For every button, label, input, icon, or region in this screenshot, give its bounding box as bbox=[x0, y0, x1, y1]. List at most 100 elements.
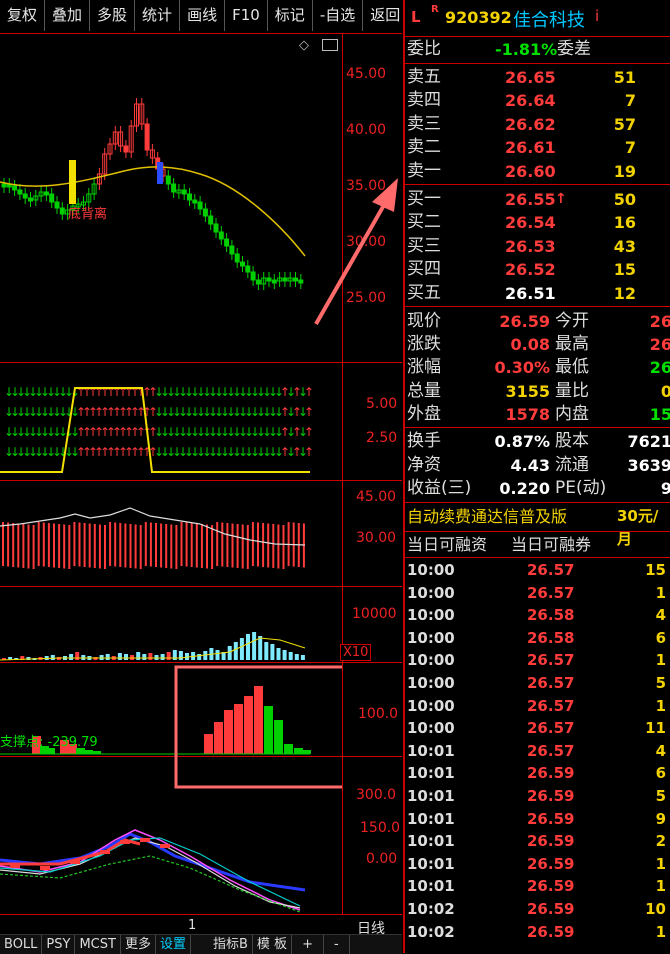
tick-price: 26.59 bbox=[527, 854, 575, 873]
promo-text[interactable]: 自动续费通达信普及版 bbox=[407, 505, 567, 528]
toolbar-remove-watchlist-button[interactable]: -自选 bbox=[313, 0, 364, 31]
tick-price: 26.57 bbox=[527, 696, 575, 715]
info-icon[interactable]: i bbox=[595, 7, 599, 25]
candle-body bbox=[202, 208, 208, 217]
indicator-bar bbox=[114, 522, 117, 567]
tick-volume: 5 bbox=[655, 787, 666, 805]
indicator-bar bbox=[58, 524, 61, 568]
bid-row[interactable]: 买三 26.53 43 bbox=[407, 235, 670, 258]
tick-row[interactable]: 10:00 26.57 11 bbox=[407, 717, 670, 740]
stat-value: 26.59 bbox=[499, 312, 550, 331]
panel-separator bbox=[405, 502, 670, 503]
tick-row[interactable]: 10:00 26.58 6 bbox=[407, 627, 670, 650]
ask-level-label: 卖二 bbox=[407, 137, 441, 158]
tick-row[interactable]: 10:00 26.57 1 bbox=[407, 649, 670, 672]
bid-price: 26.52 bbox=[505, 260, 556, 280]
macd-red-mark bbox=[70, 860, 80, 864]
tab-template[interactable]: 模 板 bbox=[253, 935, 293, 954]
bid-volume: 16 bbox=[613, 213, 636, 233]
tab-more[interactable]: 更多 bbox=[121, 935, 156, 954]
tick-row[interactable]: 10:01 26.57 4 bbox=[407, 740, 670, 763]
stat-value: 15 bbox=[649, 404, 670, 424]
tick-row[interactable]: 10:02 26.59 10 bbox=[407, 898, 670, 921]
tab-indicator-b[interactable]: 指标B bbox=[209, 935, 253, 954]
toolbar-stats-button[interactable]: 统计 bbox=[135, 0, 181, 31]
toolbar-f10-button[interactable]: F10 bbox=[225, 0, 268, 31]
ask-row[interactable]: 卖二 26.61 7 bbox=[407, 136, 670, 159]
candle-body bbox=[59, 207, 65, 215]
tick-row[interactable]: 10:02 26.59 1 bbox=[407, 921, 670, 944]
indicator-bar bbox=[104, 525, 106, 569]
stat-row: 总量 3155 量比 0 bbox=[407, 380, 670, 403]
indicator-bar bbox=[47, 523, 50, 567]
indicator-bar bbox=[200, 524, 203, 568]
ask-row[interactable]: 卖三 26.62 57 bbox=[407, 113, 670, 136]
tick-row[interactable]: 10:01 26.59 5 bbox=[407, 785, 670, 808]
margin-short-label: 当日可融券 bbox=[511, 535, 592, 554]
tab-mcst[interactable]: MCST bbox=[75, 935, 121, 954]
toolbar-mark-button[interactable]: 标记 bbox=[268, 0, 313, 31]
tick-row[interactable]: 10:01 26.59 6 bbox=[407, 762, 670, 785]
bid-row[interactable]: 买四 26.52 15 bbox=[407, 258, 670, 281]
tick-time: 10:00 bbox=[407, 583, 455, 602]
ask-row[interactable]: 卖一 26.60 19 bbox=[407, 160, 670, 183]
toolbar-multistock-button[interactable]: 多股 bbox=[90, 0, 136, 31]
zoom-out-button[interactable]: - bbox=[324, 935, 350, 954]
stock-name: 佳合科技 bbox=[513, 10, 585, 31]
tick-row[interactable]: 10:00 26.57 5 bbox=[407, 672, 670, 695]
stat-value: 3155 bbox=[505, 381, 550, 401]
weibi-row: 委比 -1.81% 委差 bbox=[407, 38, 670, 61]
tick-row[interactable]: 10:01 26.59 1 bbox=[407, 875, 670, 898]
tab-settings[interactable]: 设置 bbox=[156, 935, 191, 954]
panel-separator bbox=[405, 36, 670, 37]
volume-bars bbox=[2, 632, 305, 660]
volume-bar bbox=[178, 651, 183, 660]
toolbar-draw-button[interactable]: 画线 bbox=[180, 0, 226, 31]
tick-time: 10:00 bbox=[407, 628, 455, 647]
fundamental-value: 7621 bbox=[627, 432, 670, 451]
tick-row[interactable]: 10:00 26.57 15 bbox=[407, 559, 670, 582]
tab-boll[interactable]: BOLL bbox=[0, 935, 43, 954]
bid-price: 26.53 bbox=[505, 236, 556, 256]
zoom-in-button[interactable]: + bbox=[292, 935, 324, 954]
indicator-bar bbox=[12, 523, 15, 567]
tick-time: 10:01 bbox=[407, 809, 455, 828]
kline-chart-area[interactable]: ◇ 45.00 40.00 35.00 30.00 25.00 5.00 2.5… bbox=[0, 34, 402, 953]
bid-row[interactable]: 买一 26.55 ↑ 50 bbox=[407, 188, 670, 211]
bid-price: 26.55 bbox=[505, 190, 556, 209]
tick-row[interactable]: 10:00 26.57 1 bbox=[407, 695, 670, 718]
support-point-label: 支撑点: -239.79 bbox=[0, 735, 98, 750]
candle-body bbox=[245, 265, 251, 273]
candle-body bbox=[197, 201, 203, 210]
indicator-line bbox=[0, 507, 306, 546]
tick-row[interactable]: 10:00 26.57 1 bbox=[407, 582, 670, 605]
candle-body bbox=[282, 277, 288, 282]
promo-banner[interactable]: 自动续费通达信普及版 30元/月 bbox=[407, 505, 670, 548]
tab-psy[interactable]: PSY bbox=[42, 935, 76, 954]
moving-average-line bbox=[0, 166, 306, 257]
indicator-bar bbox=[206, 524, 208, 569]
toolbar-overlay-button[interactable]: 叠加 bbox=[45, 0, 91, 31]
weicha-label: 委差 bbox=[557, 39, 591, 59]
ask-level-label: 卖五 bbox=[407, 67, 441, 87]
toolbar-fuquan-button[interactable]: 复权 bbox=[0, 0, 46, 31]
candle-body bbox=[165, 175, 171, 185]
tick-row[interactable]: 10:00 26.58 4 bbox=[407, 604, 670, 627]
tick-row[interactable]: 10:01 26.59 9 bbox=[407, 808, 670, 831]
bid-row[interactable]: 买五 26.51 12 bbox=[407, 282, 670, 305]
macd-tick: 300.0 bbox=[356, 787, 397, 803]
candle-body bbox=[229, 245, 235, 255]
indicator-bar bbox=[88, 523, 91, 568]
indicator-bar bbox=[139, 525, 142, 569]
tick-time: 10:00 bbox=[407, 651, 455, 670]
tick-price: 26.57 bbox=[527, 561, 575, 579]
ask-row[interactable]: 卖五 26.65 51 bbox=[407, 66, 670, 89]
tick-row[interactable]: 10:01 26.59 1 bbox=[407, 853, 670, 876]
tick-row[interactable]: 10:01 26.59 2 bbox=[407, 830, 670, 853]
ask-row[interactable]: 卖四 26.64 7 bbox=[407, 89, 670, 112]
bid-row[interactable]: 买二 26.54 16 bbox=[407, 211, 670, 234]
volume-bar bbox=[117, 653, 122, 660]
tick-price: 26.59 bbox=[527, 787, 575, 805]
fundamental-label: PE(动) bbox=[555, 478, 607, 499]
toolbar-back-button[interactable]: 返回 bbox=[363, 0, 407, 31]
